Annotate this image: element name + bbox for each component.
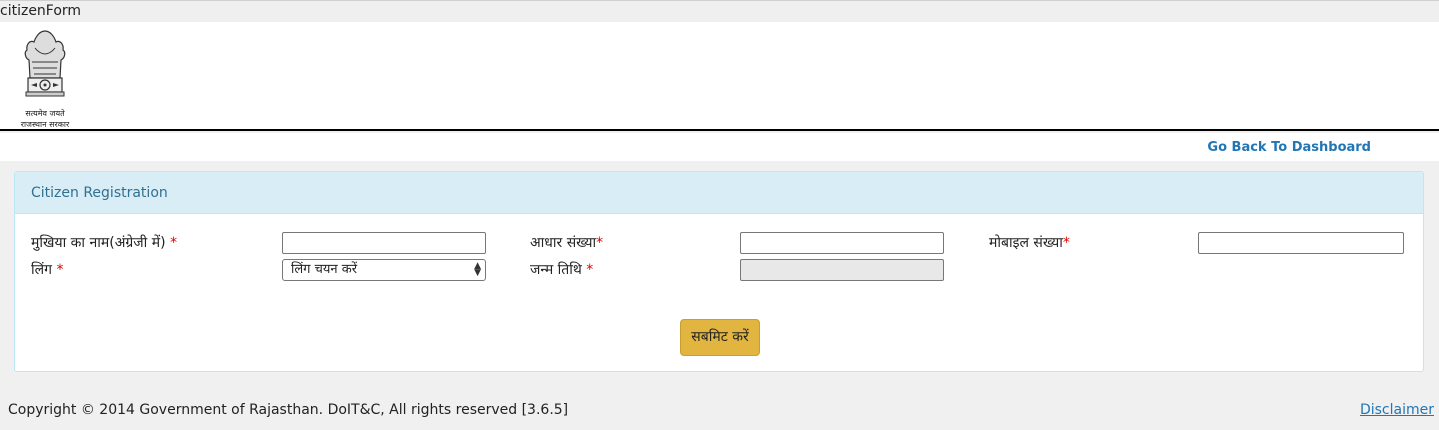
go-back-dashboard-link[interactable]: Go Back To Dashboard: [1207, 140, 1371, 155]
browser-tab-bar: citizenForm: [0, 0, 1439, 22]
aadhaar-label: आधार संख्या*: [530, 235, 604, 251]
select-updown-icon: ▲ ▼: [474, 261, 481, 278]
nav-strip: Go Back To Dashboard: [0, 133, 1439, 161]
head-name-label: मुखिया का नाम(अंग्रेजी में) *: [31, 235, 178, 251]
submit-button[interactable]: सबमिट करें: [680, 319, 760, 356]
required-mark: *: [586, 262, 594, 278]
gender-selected-value: लिंग चयन करें: [291, 262, 358, 277]
gender-select[interactable]: लिंग चयन करें ▲ ▼: [282, 259, 486, 281]
mobile-label: मोबाइल संख्या*: [989, 235, 1070, 251]
dob-input[interactable]: [740, 259, 944, 281]
registration-panel: Citizen Registration मुखिया का नाम(अंग्र…: [14, 171, 1424, 372]
required-mark: *: [56, 262, 64, 278]
ashoka-emblem-icon: [24, 30, 66, 97]
mobile-input[interactable]: [1198, 232, 1404, 254]
state-emblem: सत्यमेव जयते राजस्थान सरकार: [14, 28, 76, 129]
aadhaar-input[interactable]: [740, 232, 944, 254]
required-mark: *: [1062, 235, 1070, 251]
head-name-input[interactable]: [282, 232, 486, 254]
panel-header: Citizen Registration: [15, 172, 1423, 214]
emblem-govt-name: राजस्थान सरकार: [20, 120, 70, 129]
emblem-motto: सत्यमेव जयते: [25, 109, 65, 118]
disclaimer-link[interactable]: Disclaimer: [1360, 402, 1434, 418]
gender-label: लिंग *: [31, 262, 64, 278]
tab-title[interactable]: citizenForm: [0, 3, 81, 19]
dob-label: जन्म तिथि *: [530, 262, 594, 278]
panel-title: Citizen Registration: [31, 185, 168, 201]
required-mark: *: [170, 235, 178, 251]
site-header: सत्यमेव जयते राजस्थान सरकार: [0, 22, 1439, 131]
copyright-text: Copyright © 2014 Government of Rajasthan…: [8, 402, 569, 418]
required-mark: *: [596, 235, 604, 251]
